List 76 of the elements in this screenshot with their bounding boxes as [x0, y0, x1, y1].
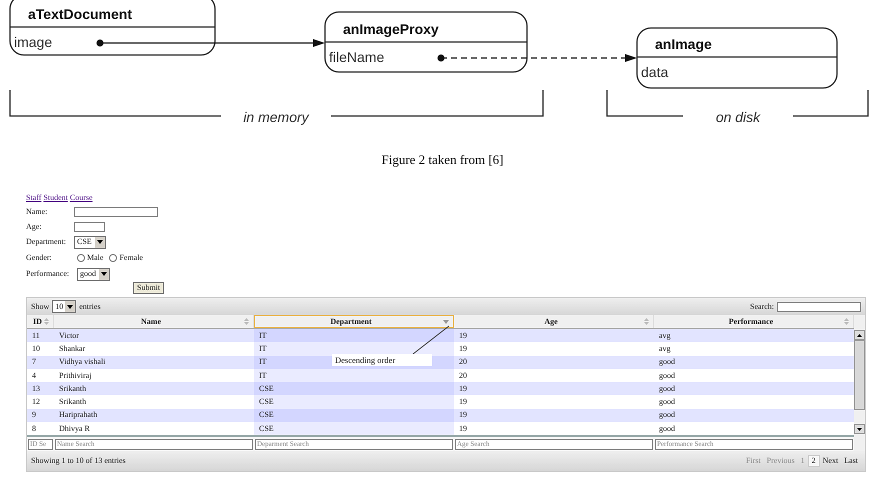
- table-cell: CSE: [254, 395, 454, 409]
- radio-label: Male: [87, 254, 104, 262]
- figure-caption: Figure 2 taken from [6]: [381, 151, 504, 170]
- field-label: Age:: [26, 222, 43, 230]
- table-cell: 7: [27, 356, 54, 369]
- object-name: anImageProxy: [343, 21, 439, 37]
- sort-icon: [644, 318, 649, 325]
- leader-line: [411, 325, 451, 355]
- scroll-down-icon: [857, 428, 862, 431]
- column-header[interactable]: Department: [254, 315, 454, 328]
- caret-icon: [99, 268, 109, 280]
- sort-icon: [244, 318, 249, 325]
- search-label: Search:: [750, 302, 774, 310]
- pagination-button[interactable]: Last: [841, 455, 861, 468]
- caret-icon: [95, 236, 105, 248]
- table-cell: 19: [454, 408, 654, 422]
- radio-label: Female: [119, 254, 143, 262]
- table-cell: 13: [27, 382, 54, 396]
- table-cell: 19: [454, 382, 654, 396]
- dropdown[interactable]: 10: [52, 300, 76, 313]
- pagination-button[interactable]: Next: [820, 455, 842, 468]
- column-header[interactable]: Name: [54, 315, 254, 328]
- table-cell: good: [654, 356, 854, 369]
- column-header[interactable]: Performance: [654, 315, 854, 328]
- page-button[interactable]: 2: [808, 455, 820, 468]
- radio-button[interactable]: [77, 254, 85, 262]
- name-field[interactable]: [74, 206, 158, 216]
- nav-link[interactable]: Course: [70, 194, 93, 202]
- group-label: on disk: [716, 109, 760, 125]
- sort-icon: [44, 318, 49, 325]
- scroll-up-icon: [857, 334, 862, 336]
- caret-icon: [65, 301, 76, 312]
- field-label: Performance:: [26, 270, 70, 278]
- search-field[interactable]: [777, 302, 861, 312]
- object-name: aTextDocument: [28, 6, 132, 22]
- table-cell: Hariprahath: [54, 408, 254, 422]
- table-cell: 19: [454, 329, 654, 342]
- group-label: in memory: [243, 109, 309, 125]
- object-field: fileName: [329, 49, 384, 65]
- sort-icon: [844, 318, 849, 325]
- table-cell: good: [654, 408, 854, 422]
- sort-descending-icon: [443, 320, 449, 324]
- column-header[interactable]: Age: [454, 315, 654, 328]
- object-field: image: [14, 34, 52, 50]
- entries-info: Showing 1 to 10 of 13 entries: [31, 457, 127, 466]
- show-label: Show: [31, 302, 50, 310]
- table-cell: Srikanth: [54, 382, 254, 396]
- age-field[interactable]: [74, 222, 105, 232]
- table-cell: CSE: [254, 422, 454, 436]
- table-cell: avg: [654, 329, 854, 342]
- table-cell: good: [654, 382, 854, 396]
- object-name: anImage: [655, 36, 712, 52]
- scrollbar[interactable]: [854, 315, 865, 452]
- dropdown[interactable]: good: [77, 268, 110, 280]
- field-label: Name:: [26, 208, 48, 216]
- object-field: data: [641, 64, 668, 80]
- nav-link[interactable]: Staff: [26, 194, 42, 202]
- table-cell: CSE: [254, 382, 454, 396]
- nav-link[interactable]: Student: [43, 194, 68, 202]
- table-cell: 20: [454, 356, 654, 369]
- table-cell: CSE: [254, 408, 454, 422]
- table-cell: IT: [254, 342, 454, 356]
- field-label: Gender:: [26, 254, 53, 262]
- table-cell: Victor: [54, 329, 254, 342]
- table-cell: Vidhya vishali: [54, 356, 254, 369]
- field-label: Department:: [26, 238, 67, 246]
- table-cell: 11: [27, 329, 54, 342]
- entries-label: entries: [79, 302, 101, 310]
- column-header[interactable]: ID: [27, 315, 54, 328]
- submit-button[interactable]: Submit: [133, 282, 164, 294]
- table-cell: IT: [254, 329, 454, 342]
- table-cell: 9: [27, 408, 54, 422]
- dropdown[interactable]: CSE: [74, 236, 106, 248]
- radio-button[interactable]: [109, 254, 118, 262]
- table-cell: IT: [254, 368, 454, 382]
- annotation-label: Descending order: [332, 354, 432, 366]
